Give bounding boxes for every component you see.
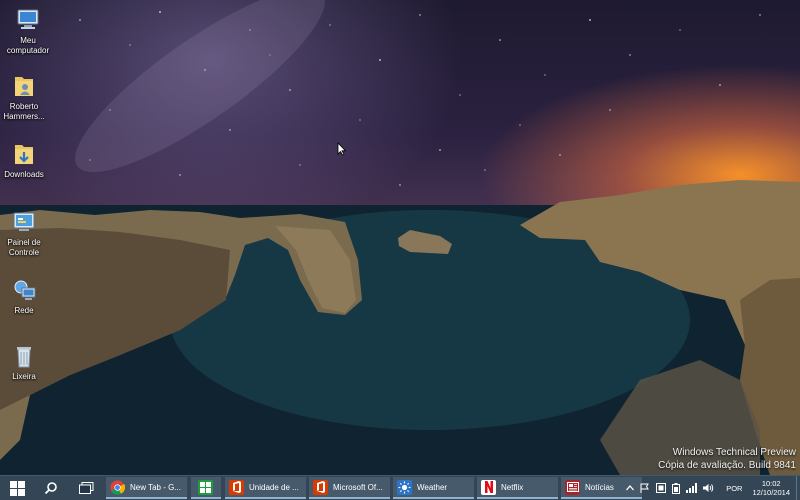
task-label: Weather [417, 482, 448, 492]
windows-logo-icon [9, 480, 25, 496]
clock-time: 10:02 [761, 479, 781, 488]
news-icon [565, 479, 580, 495]
taskbar-app-unidade[interactable]: Unidade de ... [225, 477, 306, 499]
downloads-folder-icon [15, 145, 33, 164]
taskbar-app-weather[interactable]: Weather [393, 477, 474, 499]
desktop-icon-meu-computador[interactable]: Meu computador [0, 6, 56, 55]
chevron-up-icon [626, 485, 635, 491]
desktop-icon-label: Rede [14, 306, 34, 315]
control-panel-icon [13, 212, 35, 231]
show-hidden-icons-button[interactable] [626, 485, 635, 491]
wallpaper-scene [0, 0, 800, 475]
taskbar-app-chrome[interactable]: New Tab - G... [106, 477, 187, 499]
tray-app-icon [656, 483, 667, 493]
office-icon [313, 479, 328, 495]
task-label: Microsoft Of... [333, 482, 383, 492]
speaker-icon [703, 484, 714, 492]
task-label: New Tab - G... [130, 482, 181, 492]
search-button[interactable] [36, 476, 66, 500]
desktop-icon-painel-de-controle[interactable]: Painel de Controle [0, 208, 52, 257]
watermark-line-1: Windows Technical Preview [672, 447, 796, 458]
task-label: Notícias [585, 482, 614, 492]
desktop-icon-label: Roberto Hammers... [3, 102, 45, 121]
desktop-icon-label: Lixeira [12, 372, 36, 381]
office-icon [229, 479, 244, 495]
volume-button[interactable] [703, 483, 714, 493]
watermark-line-2: Cópia de avaliação. Build 9841 [658, 460, 796, 471]
start-button[interactable] [0, 476, 34, 500]
action-center-button[interactable] [640, 483, 650, 493]
weather-icon [397, 479, 412, 495]
system-tray: POR 10:02 12/10/2014 [620, 476, 800, 500]
task-label: Netflix [501, 482, 524, 492]
clock[interactable]: 10:02 12/10/2014 [752, 479, 790, 497]
desktop-icon-lixeira[interactable]: Lixeira [0, 342, 52, 382]
desktop-icon-user-folder[interactable]: Roberto Hammers... [0, 72, 52, 121]
show-desktop-button[interactable] [796, 476, 800, 500]
desktop-icon-label: Painel de Controle [7, 238, 41, 257]
taskbar: New Tab - G... Unidade de ... Microsoft … [0, 475, 800, 500]
desktop-wallpaper: Meu computador Roberto Hammers... Downlo… [0, 0, 800, 475]
taskbar-app-microsoft-office[interactable]: Microsoft Of... [309, 477, 390, 499]
battery-button[interactable] [672, 482, 681, 494]
desktop-icon-label: Meu computador [6, 36, 50, 55]
signal-bars-icon [686, 483, 698, 493]
input-language-label: POR [726, 483, 743, 493]
battery-icon [672, 482, 681, 494]
desktop-icon-label: Downloads [4, 170, 44, 179]
task-view-icon [78, 482, 93, 494]
recycle-bin-icon [17, 347, 31, 368]
network-tray-button[interactable] [686, 483, 698, 493]
chrome-icon [110, 479, 125, 495]
tray-app-button[interactable] [656, 483, 667, 493]
flag-icon [640, 483, 650, 493]
search-icon [44, 482, 57, 495]
input-language-button[interactable]: POR [720, 484, 742, 493]
task-view-button[interactable] [70, 476, 102, 500]
build-watermark: Windows Technical Preview Cópia de avali… [658, 446, 796, 472]
user-folder-icon [15, 77, 33, 96]
taskbar-app-netflix[interactable]: Netflix [477, 477, 558, 499]
store-icon [198, 479, 213, 495]
desktop-icon-downloads[interactable]: Downloads [0, 140, 52, 180]
computer-icon [17, 9, 39, 29]
clock-date: 12/10/2014 [752, 488, 790, 497]
taskbar-app-store[interactable] [191, 477, 221, 499]
network-icon [14, 280, 36, 300]
desktop-icon-rede[interactable]: Rede [0, 276, 52, 316]
task-label: Unidade de ... [249, 482, 299, 492]
mouse-cursor-icon [337, 142, 347, 156]
netflix-icon [481, 479, 496, 495]
